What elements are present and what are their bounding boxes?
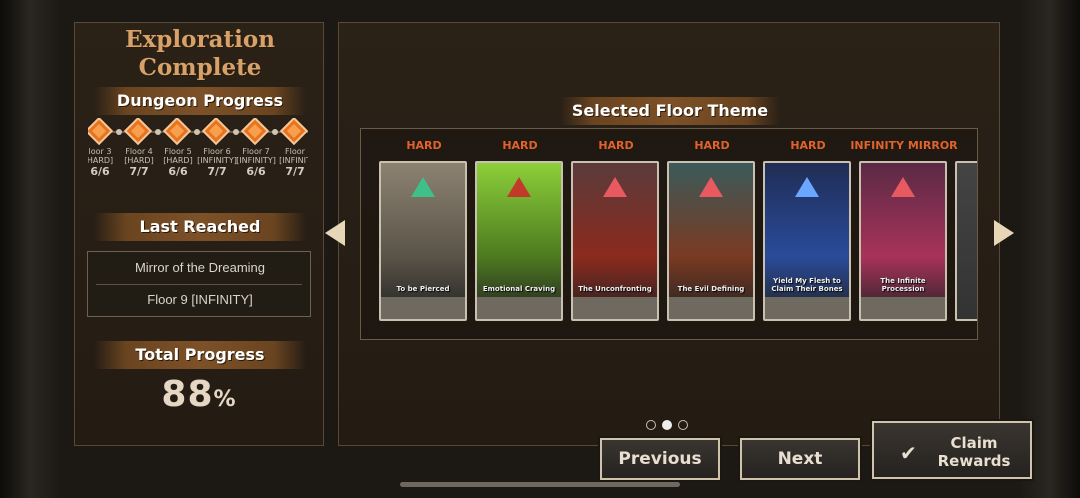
floor-label: Floor 6 [INFINITY] xyxy=(197,147,237,165)
floor-score: 7/7 xyxy=(207,165,227,178)
card-footer-strip xyxy=(477,297,561,319)
floor-label-line2: HARD] xyxy=(88,156,114,165)
arrow-right-icon[interactable] xyxy=(994,220,1014,246)
floor-progress-track: loor 3 HARD] 6/6 Floor 4 [HARD] 7/7 Floor 5 [HA… xyxy=(88,118,308,180)
floor-score: 6/6 xyxy=(90,165,110,178)
page-indicator xyxy=(646,419,692,431)
previous-button[interactable]: Previous xyxy=(598,436,722,482)
emblem-icon xyxy=(795,177,819,197)
card-footer-strip xyxy=(861,297,945,319)
card-footer-strip xyxy=(765,297,849,319)
home-indicator xyxy=(400,482,680,487)
floor-label-line1: Floor 5 xyxy=(164,147,192,156)
card-artwork: To be Pierced xyxy=(379,161,467,321)
last-reached-box: Mirror of the Dreaming Floor 9 [INFINITY… xyxy=(87,251,311,317)
floor-connector-dot xyxy=(194,129,200,135)
floor-label-line2: [INFINITY] xyxy=(197,156,237,165)
floor-theme-card[interactable]: HARD The Unconfronting xyxy=(571,129,661,339)
total-progress-number: 88 xyxy=(161,374,214,415)
card-footer-strip xyxy=(573,297,657,319)
floor-theme-card[interactable]: INFINITY MIRROR The Infinite Procession xyxy=(850,129,958,339)
floor-theme-card[interactable]: HARD To be Pierced xyxy=(379,129,469,339)
emblem-icon xyxy=(411,177,435,197)
card-caption: The Evil Defining xyxy=(677,285,745,293)
selected-floor-theme-title: Selected Floor Theme xyxy=(560,97,780,125)
card-footer-strip xyxy=(669,297,753,319)
divider xyxy=(96,284,302,285)
floor-connector-dot xyxy=(272,129,278,135)
card-artwork xyxy=(955,161,977,321)
title-line2: Complete xyxy=(138,54,262,81)
last-reached-name: Mirror of the Dreaming xyxy=(134,260,266,275)
floor-label-line2: [HARD] xyxy=(163,156,193,165)
emblem-icon xyxy=(891,177,915,197)
floor-connector-dot xyxy=(116,129,122,135)
floor-label-line2: [INFINIT xyxy=(279,156,308,165)
dungeon-progress-banner: Dungeon Progress xyxy=(94,87,306,115)
emblem-icon xyxy=(507,177,531,197)
total-progress-value: 88% xyxy=(74,374,324,415)
card-caption: Yield My Flesh to Claim Their Bones xyxy=(771,277,843,293)
floor-label-line2: [HARD] xyxy=(124,156,154,165)
floor-label-line1: Floor 7 xyxy=(242,147,270,156)
emblem-icon xyxy=(699,177,723,197)
checkmark-icon: ✔ xyxy=(900,441,917,465)
claim-line2: Rewards xyxy=(937,452,1011,470)
card-footer-strip xyxy=(381,297,465,319)
claim-line1: Claim xyxy=(950,434,998,452)
floor-label-line2: [INFINITY] xyxy=(236,156,276,165)
card-caption: The Unconfronting xyxy=(578,285,652,293)
next-button[interactable]: Next xyxy=(738,436,862,482)
arrow-left-icon[interactable] xyxy=(325,220,345,246)
title-line1: Exploration xyxy=(125,26,275,53)
difficulty-label: INFINITY MIRROR xyxy=(850,139,958,152)
floor-score: 6/6 xyxy=(246,165,266,178)
card-artwork: Yield My Flesh to Claim Their Bones xyxy=(763,161,851,321)
claim-rewards-label: Claim Rewards xyxy=(924,434,1024,470)
emblem-icon xyxy=(603,177,627,197)
last-reached-banner: Last Reached xyxy=(94,213,306,241)
card-caption: The Infinite Procession xyxy=(880,277,926,293)
floor-score: 6/6 xyxy=(168,165,188,178)
total-progress-banner: Total Progress xyxy=(94,341,306,369)
floor-theme-carousel: HARD To be Pierced HARD Emotional Craving HA… xyxy=(360,128,978,340)
card-artwork: The Evil Defining xyxy=(667,161,755,321)
floor-label: Floor [INFINIT xyxy=(275,147,308,165)
floor-label-line1: Floor 4 xyxy=(125,147,153,156)
card-artwork: The Unconfronting xyxy=(571,161,659,321)
floor-label-line1: loor 3 xyxy=(88,147,112,156)
page-dot[interactable] xyxy=(646,420,656,430)
floor-connector-dot xyxy=(233,129,239,135)
floor-label: loor 3 HARD] xyxy=(88,147,120,165)
floor-theme-card[interactable]: HARD Yield My Flesh to Claim Their Bones xyxy=(763,129,853,339)
floor-label: Floor 4 [HARD] xyxy=(119,147,159,165)
floor-theme-card[interactable]: HARD Emotional Craving xyxy=(475,129,565,339)
floor-label: Floor 7 [INFINITY] xyxy=(236,147,276,165)
floor-theme-card-partial xyxy=(955,129,977,339)
floor-theme-card[interactable]: HARD The Evil Defining xyxy=(667,129,757,339)
floor-label-line1: Floor xyxy=(285,147,305,156)
claim-rewards-button[interactable]: ✔ Claim Rewards xyxy=(870,419,1034,481)
card-caption: Emotional Craving xyxy=(482,285,556,293)
floor-score: 7/7 xyxy=(285,165,305,178)
page-dot[interactable] xyxy=(678,420,688,430)
last-reached-floor: Floor 9 [INFINITY] xyxy=(147,292,253,307)
card-caption: To be Pierced xyxy=(396,285,450,293)
card-artwork: Emotional Craving xyxy=(475,161,563,321)
floor-label: Floor 5 [HARD] xyxy=(158,147,198,165)
percent-symbol: % xyxy=(213,387,237,412)
floor-connector-dot xyxy=(155,129,161,135)
page-dot[interactable] xyxy=(662,420,672,430)
floor-label-line1: Floor 6 xyxy=(203,147,231,156)
floor-score: 7/7 xyxy=(129,165,149,178)
card-artwork: The Infinite Procession xyxy=(859,161,947,321)
